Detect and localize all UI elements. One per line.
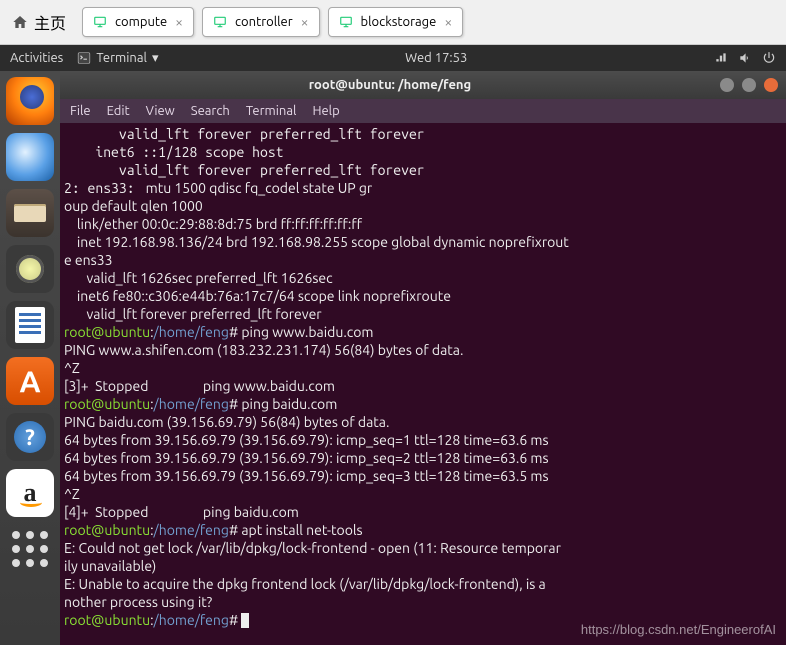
clock[interactable]: Wed 17:53 — [405, 51, 467, 65]
terminal-menubar: File Edit View Search Terminal Help — [60, 99, 786, 123]
home-tab[interactable]: 主页 — [0, 0, 78, 44]
home-label: 主页 — [34, 10, 66, 34]
volume-icon[interactable] — [738, 51, 752, 65]
host-browser-tabstrip: 主页 compute × controller × blockstorage × — [0, 0, 786, 45]
vm-tab-controller[interactable]: controller × — [202, 7, 319, 37]
menu-view[interactable]: View — [146, 104, 175, 118]
monitor-icon — [213, 15, 227, 29]
menu-help[interactable]: Help — [312, 104, 339, 118]
activities-button[interactable]: Activities — [10, 51, 63, 65]
menu-edit[interactable]: Edit — [107, 104, 130, 118]
close-icon[interactable]: × — [444, 14, 452, 30]
thunderbird-icon[interactable] — [6, 133, 54, 181]
tab-label: compute — [115, 15, 167, 29]
terminal-content[interactable]: valid_lft forever preferred_lft forever … — [60, 123, 786, 645]
dock: A ? a — [0, 71, 60, 645]
menu-file[interactable]: File — [70, 104, 91, 118]
home-icon — [12, 14, 28, 30]
terminal-window: root@ubuntu: /home/feng File Edit View S… — [60, 71, 786, 645]
show-applications-icon[interactable] — [6, 525, 54, 573]
network-icon[interactable] — [714, 51, 728, 65]
monitor-icon — [339, 15, 353, 29]
amazon-icon[interactable]: a — [6, 469, 54, 517]
close-icon[interactable]: × — [175, 14, 183, 30]
ubuntu-software-icon[interactable]: A — [6, 357, 54, 405]
tab-label: blockstorage — [361, 15, 437, 29]
firefox-icon[interactable] — [6, 77, 54, 125]
menu-terminal[interactable]: Terminal — [246, 104, 297, 118]
help-icon[interactable]: ? — [6, 413, 54, 461]
terminal-icon — [77, 51, 91, 65]
gnome-top-panel: Activities Terminal ▾ Wed 17:53 — [0, 45, 786, 71]
power-icon[interactable] — [762, 51, 776, 65]
maximize-button[interactable] — [742, 78, 756, 92]
close-icon[interactable]: × — [301, 14, 309, 30]
minimize-button[interactable] — [720, 78, 734, 92]
app-menu[interactable]: Terminal ▾ — [77, 51, 158, 66]
monitor-icon — [93, 15, 107, 29]
vm-tab-compute[interactable]: compute × — [82, 7, 194, 37]
menu-search[interactable]: Search — [191, 104, 230, 118]
files-icon[interactable] — [6, 189, 54, 237]
window-title: root@ubuntu: /home/feng — [309, 78, 471, 92]
rhythmbox-icon[interactable] — [6, 245, 54, 293]
libreoffice-writer-icon[interactable] — [6, 301, 54, 349]
close-button[interactable] — [764, 78, 778, 92]
vm-tab-blockstorage[interactable]: blockstorage × — [328, 7, 464, 37]
tab-label: controller — [235, 15, 293, 29]
app-menu-label: Terminal — [96, 51, 147, 65]
window-titlebar[interactable]: root@ubuntu: /home/feng — [60, 71, 786, 99]
watermark: https://blog.csdn.net/EngineerofAI — [581, 621, 776, 639]
